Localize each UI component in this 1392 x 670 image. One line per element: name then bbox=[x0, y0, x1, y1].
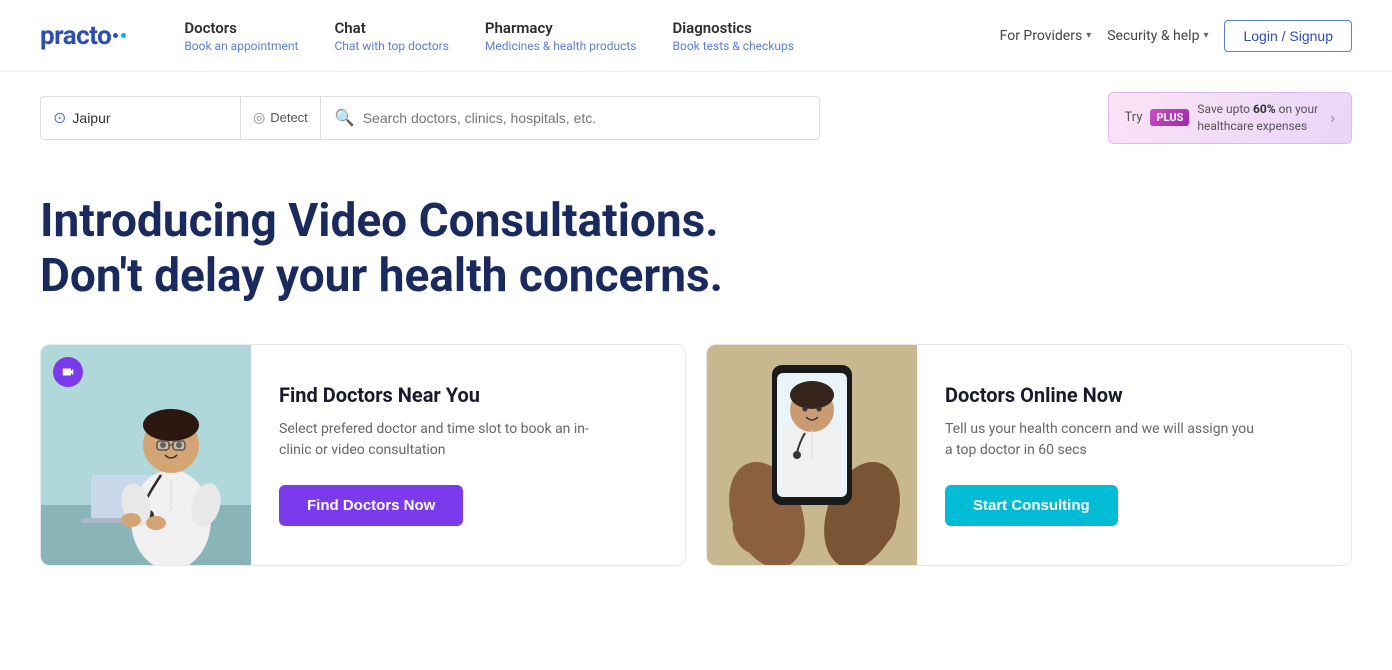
search-bar-wrapper: ⊙ ◎ Detect 🔍 Try PLUS Save upto 60% on y… bbox=[0, 72, 1392, 154]
nav-item-chat[interactable]: Chat Chat with top doctors bbox=[316, 19, 466, 53]
nav-chat-sub: Chat with top doctors bbox=[334, 39, 448, 53]
security-chevron-icon: ▾ bbox=[1203, 30, 1208, 41]
logo-text: practo bbox=[40, 21, 111, 51]
find-doctors-title: Find Doctors Near You bbox=[279, 383, 657, 407]
nav-doctors-sub: Book an appointment bbox=[184, 39, 298, 53]
search-input[interactable] bbox=[363, 110, 805, 126]
cards-row: Find Doctors Near You Select prefered do… bbox=[0, 334, 1392, 596]
login-signup-button[interactable]: Login / Signup bbox=[1224, 20, 1352, 52]
for-providers-chevron-icon: ▾ bbox=[1086, 30, 1091, 41]
nav-pharmacy-main: Pharmacy bbox=[485, 19, 637, 37]
hero-title: Introducing Video Consultations. Don't d… bbox=[40, 194, 740, 304]
logo[interactable]: practo bbox=[40, 21, 126, 51]
nav-pharmacy-sub: Medicines & health products bbox=[485, 39, 637, 53]
find-doctors-desc: Select prefered doctor and time slot to … bbox=[279, 419, 599, 461]
plus-chevron-icon: › bbox=[1330, 108, 1335, 127]
doctors-online-desc: Tell us your health concern and we will … bbox=[945, 419, 1265, 461]
detect-icon: ◎ bbox=[253, 109, 265, 126]
navbar: practo Doctors Book an appointment Chat … bbox=[0, 0, 1392, 72]
start-consulting-button[interactable]: Start Consulting bbox=[945, 485, 1118, 526]
plus-description: Save upto 60% on yourhealthcare expenses bbox=[1197, 101, 1318, 135]
nav-item-pharmacy[interactable]: Pharmacy Medicines & health products bbox=[467, 19, 655, 53]
nav-item-doctors[interactable]: Doctors Book an appointment bbox=[166, 19, 316, 53]
find-doctors-button[interactable]: Find Doctors Now bbox=[279, 485, 463, 526]
nav-diagnostics-main: Diagnostics bbox=[673, 19, 794, 37]
detect-button[interactable]: ◎ Detect bbox=[240, 96, 320, 140]
nav-right: For Providers ▾ Security & help ▾ Login … bbox=[1000, 20, 1352, 52]
search-icon: 🔍 bbox=[335, 108, 355, 127]
plus-try-text: Try bbox=[1125, 110, 1143, 125]
nav-doctors-main: Doctors bbox=[184, 19, 298, 37]
hero-line1: Introducing Video Consultations. bbox=[40, 194, 719, 248]
location-input[interactable] bbox=[72, 110, 172, 126]
plus-banner[interactable]: Try PLUS Save upto 60% on yourhealthcare… bbox=[1108, 92, 1352, 144]
plus-badge: PLUS bbox=[1150, 109, 1189, 126]
nav-item-diagnostics[interactable]: Diagnostics Book tests & checkups bbox=[655, 19, 812, 53]
doctors-online-image bbox=[707, 345, 917, 565]
dot-right bbox=[121, 33, 126, 38]
search-input-wrap: 🔍 bbox=[320, 96, 820, 140]
find-doctors-image bbox=[41, 345, 251, 565]
hero-line2: Don't delay your health concerns. bbox=[40, 249, 723, 303]
doctors-online-content: Doctors Online Now Tell us your health c… bbox=[917, 345, 1351, 565]
find-doctors-content: Find Doctors Near You Select prefered do… bbox=[251, 345, 685, 565]
dot-left bbox=[113, 33, 118, 38]
logo-dots bbox=[113, 33, 126, 38]
video-badge-icon bbox=[53, 357, 83, 387]
doctors-online-card: Doctors Online Now Tell us your health c… bbox=[706, 344, 1352, 566]
find-doctors-card: Find Doctors Near You Select prefered do… bbox=[40, 344, 686, 566]
nav-items: Doctors Book an appointment Chat Chat wi… bbox=[166, 19, 999, 53]
location-pin-icon: ⊙ bbox=[53, 108, 66, 127]
nav-chat-main: Chat bbox=[334, 19, 448, 37]
for-providers-link[interactable]: For Providers ▾ bbox=[1000, 28, 1092, 44]
nav-diagnostics-sub: Book tests & checkups bbox=[673, 39, 794, 53]
location-input-wrap: ⊙ bbox=[40, 96, 240, 140]
security-help-link[interactable]: Security & help ▾ bbox=[1107, 28, 1208, 44]
doctors-online-title: Doctors Online Now bbox=[945, 383, 1323, 407]
hero-section: Introducing Video Consultations. Don't d… bbox=[0, 154, 1392, 334]
